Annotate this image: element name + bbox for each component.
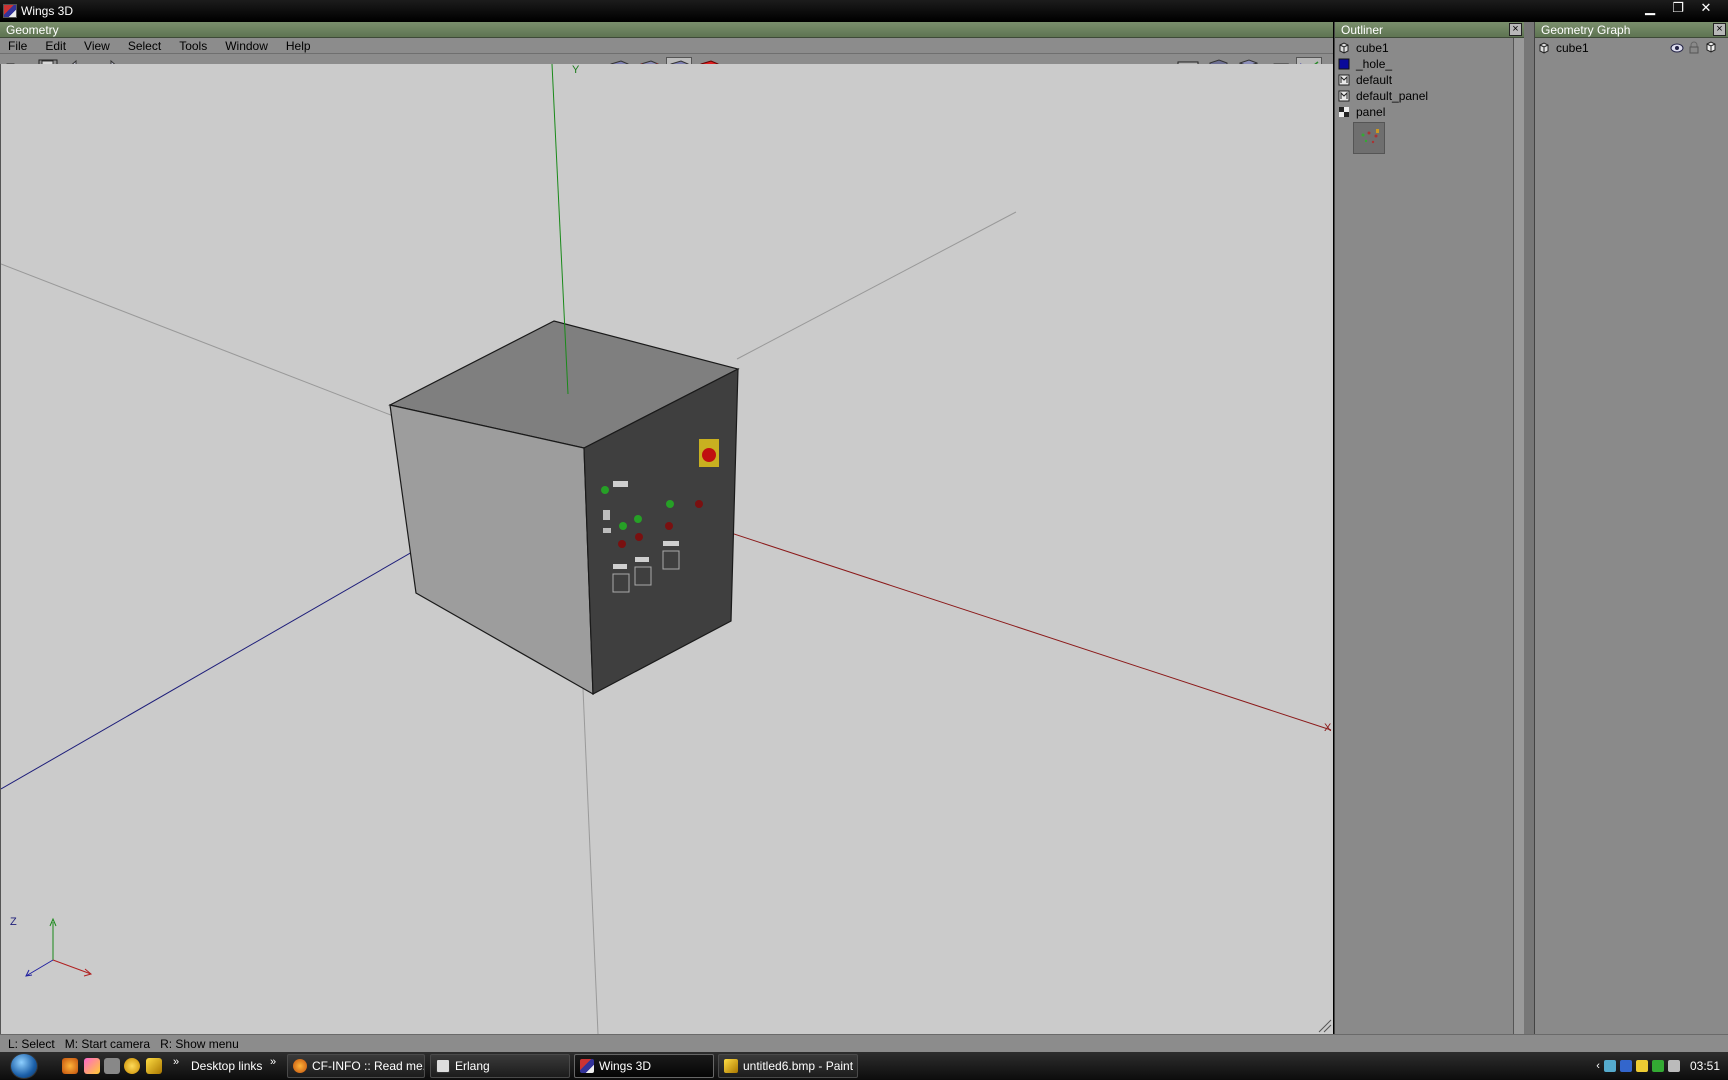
geometry-header: Geometry — [0, 22, 1333, 38]
outliner-close-icon[interactable]: × — [1509, 23, 1522, 36]
close-button[interactable]: ✕ — [1692, 0, 1720, 18]
desktop-links-toolbar[interactable]: Desktop links — [191, 1052, 262, 1080]
outliner-item-label: panel — [1356, 105, 1386, 119]
cube1-mesh — [388, 320, 740, 696]
outliner-item-default[interactable]: default — [1335, 72, 1524, 88]
x-axis-line — [660, 509, 1332, 731]
media-player-icon[interactable] — [124, 1058, 140, 1074]
3d-viewport[interactable]: Y X Z — [0, 64, 1333, 1034]
geometry-graph-item-label: cube1 — [1556, 41, 1589, 55]
image-icon — [1338, 106, 1350, 118]
battery-icon[interactable] — [1651, 1060, 1664, 1072]
neg-z-axis-line — [736, 211, 1017, 360]
launcher-icon[interactable] — [84, 1058, 100, 1074]
volume-icon[interactable] — [1667, 1060, 1680, 1072]
menu-edit[interactable]: Edit — [39, 38, 78, 53]
windows-taskbar: » Desktop links » CF-INFO :: Read me... … — [0, 1052, 1728, 1080]
status-middle-hint: M: Start camera — [64, 1037, 151, 1051]
outliner-header: Outliner × — [1335, 22, 1524, 38]
cube-left-face — [389, 404, 594, 696]
minimize-button[interactable]: ▁ — [1636, 0, 1664, 18]
tool-icon[interactable] — [104, 1058, 120, 1074]
maximize-button[interactable]: ❐ — [1664, 0, 1692, 18]
task-button-wings3d[interactable]: Wings 3D — [574, 1054, 714, 1078]
task-label: untitled6.bmp - Paint — [743, 1059, 854, 1073]
geometry-title: Geometry — [6, 23, 59, 37]
task-button-paint[interactable]: untitled6.bmp - Paint — [718, 1054, 858, 1078]
menu-view[interactable]: View — [78, 38, 122, 53]
tray-expand-icon[interactable]: ‹ — [1596, 1060, 1600, 1072]
outliner-item-cube1[interactable]: cube1 — [1335, 40, 1524, 56]
geometry-graph-item-cube1[interactable]: cube1 — [1535, 40, 1728, 56]
tray-app-icon[interactable] — [1635, 1060, 1648, 1072]
window-title: Wings 3D — [21, 3, 74, 18]
outliner-scrollbar[interactable] — [1513, 38, 1524, 1034]
menu-window[interactable]: Window — [219, 38, 280, 53]
window-controls: ▁ ❐ ✕ — [1636, 0, 1720, 21]
geometry-graph-title: Geometry Graph — [1541, 23, 1631, 37]
geometry-graph-close-icon[interactable]: × — [1713, 23, 1726, 36]
geometry-graph-list: cube1 — [1535, 38, 1728, 56]
material-icon — [1338, 90, 1350, 102]
status-left-hint: L: Select — [8, 1037, 55, 1051]
cube-icon — [1538, 42, 1550, 54]
panel-texture-thumbnail[interactable] — [1353, 122, 1385, 154]
outliner-item-label: cube1 — [1356, 41, 1389, 55]
task-label: Wings 3D — [599, 1059, 652, 1073]
menu-tools[interactable]: Tools — [173, 38, 219, 53]
menu-select[interactable]: Select — [122, 38, 173, 53]
cube-icon — [1338, 42, 1350, 54]
quicklaunch-chevron-icon[interactable]: » — [173, 1056, 179, 1068]
task-button-cf-info[interactable]: CF-INFO :: Read me... — [287, 1054, 425, 1078]
status-right-hint: R: Show menu — [160, 1037, 239, 1051]
task-label: CF-INFO :: Read me... — [312, 1059, 425, 1073]
firefox-icon[interactable] — [62, 1058, 78, 1074]
neg-x-axis-line — [1, 263, 402, 420]
viewport-scene — [1, 64, 1332, 1034]
desktop-links-chevron-icon[interactable]: » — [270, 1056, 276, 1068]
geometry-graph-panel: Geometry Graph × cube1 — [1534, 22, 1728, 1034]
visibility-eye-icon[interactable] — [1670, 42, 1684, 57]
material-swatch-icon — [1338, 58, 1350, 70]
menu-file[interactable]: File — [2, 38, 39, 53]
outliner-item-label: _hole_ — [1356, 57, 1393, 71]
outliner-item-hole[interactable]: _hole_ — [1335, 56, 1524, 72]
wings3d-icon — [580, 1059, 594, 1073]
material-icon — [1338, 74, 1350, 86]
outliner-panel: Outliner × cube1 _hole_ default default_… — [1334, 22, 1524, 1034]
network-icon[interactable] — [1603, 1060, 1616, 1072]
status-bar: L: Select M: Start camera R: Show menu — [0, 1034, 1728, 1052]
axis-gizmo — [25, 917, 93, 977]
lock-icon[interactable] — [1688, 41, 1700, 57]
menu-help[interactable]: Help — [280, 38, 323, 53]
y-axis-label: Y — [572, 64, 580, 76]
outliner-item-default-panel[interactable]: default_panel — [1335, 88, 1524, 104]
paint-icon — [724, 1059, 738, 1073]
outliner-title: Outliner — [1341, 23, 1384, 37]
wings3d-app-icon — [3, 3, 17, 18]
start-button[interactable] — [10, 1053, 38, 1079]
outliner-item-label: default_panel — [1356, 89, 1429, 103]
task-button-erlang[interactable]: Erlang — [430, 1054, 570, 1078]
panel-divider[interactable] — [1524, 22, 1534, 1034]
menu-bar: File Edit View Select Tools Window Help — [0, 38, 1333, 54]
outliner-item-label: default — [1356, 73, 1393, 87]
tray-app-icon[interactable] — [1619, 1060, 1632, 1072]
paint-icon[interactable] — [146, 1058, 162, 1074]
outliner-list: cube1 _hole_ default default_panel panel — [1335, 38, 1524, 154]
title-bar: Wings 3D ▁ ❐ ✕ — [0, 0, 1728, 21]
taskbar-clock[interactable]: 03:51 — [1690, 1059, 1720, 1073]
z-axis-label: Z — [10, 916, 17, 928]
system-tray: ‹ 03:51 — [1588, 1052, 1728, 1080]
firefox-icon — [293, 1059, 307, 1073]
wire-cube-icon[interactable] — [1705, 41, 1717, 56]
outliner-item-panel[interactable]: panel — [1335, 104, 1524, 120]
erlang-icon — [436, 1059, 450, 1073]
geometry-graph-header: Geometry Graph × — [1535, 22, 1728, 38]
neg-y-axis-line — [582, 688, 599, 1034]
x-axis-label: X — [1324, 722, 1332, 734]
task-label: Erlang — [455, 1059, 490, 1073]
